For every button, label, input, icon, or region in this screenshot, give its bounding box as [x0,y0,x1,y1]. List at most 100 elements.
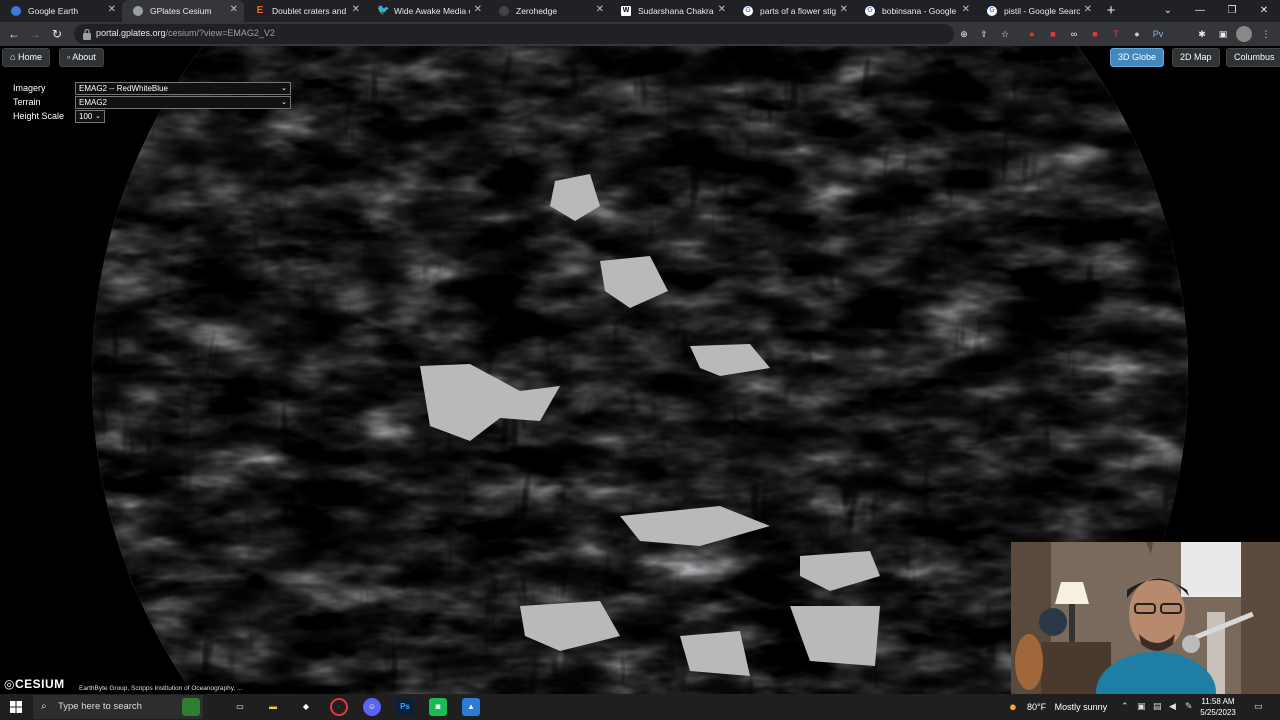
view-3d-globe-button[interactable]: 3D Globe [1110,48,1165,67]
about-button[interactable]: ▫ About [59,48,104,67]
search-highlight-icon[interactable] [182,698,200,716]
green-app-icon[interactable]: ◙ [429,698,447,716]
google-g-icon: G [865,6,875,16]
close-tab-icon[interactable]: ✕ [1084,4,1092,15]
extensions-puzzle-icon[interactable]: ✱ [1194,26,1210,42]
tab-google-earth[interactable]: Google Earth ✕ [0,0,122,22]
tab-search-icon[interactable]: ⌄ [1152,0,1184,22]
close-tab-icon[interactable]: ✕ [230,4,238,15]
chevron-down-icon: ⌄ [281,85,287,92]
tab-title: Wide Awake Media or [394,6,470,16]
view-2d-map-button[interactable]: 2D Map [1172,48,1220,67]
height-scale-select[interactable]: 100 ⌄ [75,110,105,123]
weather-widget[interactable]: ● 80°F Mostly sunny [1005,694,1107,720]
close-tab-icon[interactable]: ✕ [718,4,726,15]
profile-avatar-icon[interactable] [1236,26,1252,42]
home-label: Home [17,52,42,62]
windows-start-icon[interactable] [0,694,32,720]
close-window-icon[interactable]: ✕ [1248,0,1280,22]
height-scale-value: 100 [79,112,93,121]
close-tab-icon[interactable]: ✕ [352,4,360,15]
chrome-icon[interactable] [330,698,348,716]
notifications-icon[interactable]: ▭ [1254,701,1263,712]
discord-icon[interactable]: ☺ [363,698,381,716]
twitter-bird-icon: 🐦 [377,5,390,16]
data-credits: EarthByte Group, Scripps Institution of … [79,685,243,692]
google-g-icon: G [743,6,753,16]
clock-time: 11:58 AM [1201,697,1235,706]
menu-kebab-icon[interactable]: ⋮ [1258,26,1274,42]
home-button[interactable]: ⌂ Home [2,48,50,67]
clock-date: 5/25/2023 [1200,708,1236,717]
forward-icon[interactable]: → [26,25,44,43]
file-explorer-icon[interactable]: ▬ [264,698,282,716]
reload-icon[interactable]: ↻ [48,25,66,43]
close-tab-icon[interactable]: ✕ [840,4,848,15]
bookmark-star-icon[interactable]: ☆ [997,26,1013,42]
tab-sudarshana-chakra[interactable]: W Sudarshana Chakra - ✕ [610,0,732,22]
volume-icon[interactable]: ◀ [1169,701,1176,712]
about-label: About [72,52,96,62]
window-controls: ⌄ — ❐ ✕ [1152,0,1280,22]
close-tab-icon[interactable]: ✕ [108,4,116,15]
extension-red-icon[interactable]: ● [1024,26,1040,42]
search-icon: ⌕ [41,701,47,712]
google-earth-icon [11,6,21,16]
imagery-select[interactable]: EMAG2 -- RedWhiteBlue ⌄ [75,82,291,95]
new-tab-button[interactable]: + [1098,0,1124,22]
url-text: portal.gplates.org/cesium/?view=EMAG2_V2 [96,28,275,38]
extension-t-icon[interactable]: T [1108,26,1124,42]
address-bar[interactable]: portal.gplates.org/cesium/?view=EMAG2_V2 [74,24,954,44]
app-icon[interactable]: ◆ [297,698,315,716]
tab-title: bobinsana - Google S [882,6,958,16]
tab-pistil[interactable]: G pistil - Google Search ✕ [976,0,1098,22]
cesium-viewport[interactable]: ⌂ Home ▫ About 3D Globe 2D Map Columbus … [0,46,1280,694]
tab-doublet-craters[interactable]: E Doublet craters and th ✕ [244,0,366,22]
minimize-icon[interactable]: — [1184,0,1216,22]
task-view-icon[interactable]: ▭ [231,698,249,716]
tab-zerohedge[interactable]: Zerohedge ✕ [488,0,610,22]
pen-icon[interactable]: ✎ [1185,701,1193,712]
extension-circle-icon[interactable]: ● [1129,26,1145,42]
extension-glasses-icon[interactable]: ∞ [1066,26,1082,42]
tab-gplates-cesium[interactable]: GPlates Cesium ✕ [122,0,244,22]
tab-title: Sudarshana Chakra - [638,6,714,16]
back-icon[interactable]: ← [5,25,23,43]
lock-icon [83,28,91,40]
tab-wide-awake-media[interactable]: 🐦 Wide Awake Media or ✕ [366,0,488,22]
search-placeholder: Type here to search [58,701,142,712]
cesium-logo[interactable]: ◎CESIUM [4,677,65,691]
height-scale-label: Height Scale [13,111,65,121]
tray-app-icon[interactable]: ▣ [1137,701,1146,712]
terrain-label: Terrain [13,97,41,107]
close-tab-icon[interactable]: ✕ [474,4,482,15]
share-icon[interactable]: ⇪ [976,26,992,42]
photos-icon[interactable]: ▲ [462,698,480,716]
tab-bobinsana[interactable]: G bobinsana - Google S ✕ [854,0,976,22]
photoshop-icon[interactable]: Ps [396,698,414,716]
install-app-icon[interactable]: ⊕ [956,26,972,42]
webcam-feed [1011,542,1280,694]
wikipedia-w-icon: W [621,6,631,16]
about-icon: ▫ [67,52,71,62]
imagery-label: Imagery [13,83,46,93]
side-panel-icon[interactable]: ▣ [1215,26,1231,42]
terrain-select[interactable]: EMAG2 ⌄ [75,96,291,109]
system-clock[interactable]: 11:58 AM 5/25/2023 [1195,696,1241,718]
close-tab-icon[interactable]: ✕ [596,4,604,15]
home-icon: ⌂ [10,52,16,62]
extension-badge-icon[interactable]: ■ [1045,26,1061,42]
browser-toolbar: ← → ↻ portal.gplates.org/cesium/?view=EM… [0,22,1280,47]
view-columbus-button[interactable]: Columbus [1226,48,1280,67]
browser-tab-strip: Google Earth ✕ GPlates Cesium ✕ E Double… [0,0,1280,22]
tab-parts-of-flower[interactable]: G parts of a flower stigm ✕ [732,0,854,22]
extension-shield-icon[interactable]: ■ [1087,26,1103,42]
windows-taskbar: ⌕ Type here to search ▭ ▬ ◆ ☺ Ps ◙ ▲ ● 8… [0,694,1280,720]
taskbar-search-input[interactable]: ⌕ Type here to search [33,695,203,719]
extension-pv-icon[interactable]: Pv [1150,26,1166,42]
close-tab-icon[interactable]: ✕ [962,4,970,15]
tray-chevron-up-icon[interactable]: ⌃ [1121,701,1129,712]
network-icon[interactable]: ▤ [1153,701,1162,712]
restore-icon[interactable]: ❐ [1216,0,1248,22]
globe-icon [133,6,143,16]
